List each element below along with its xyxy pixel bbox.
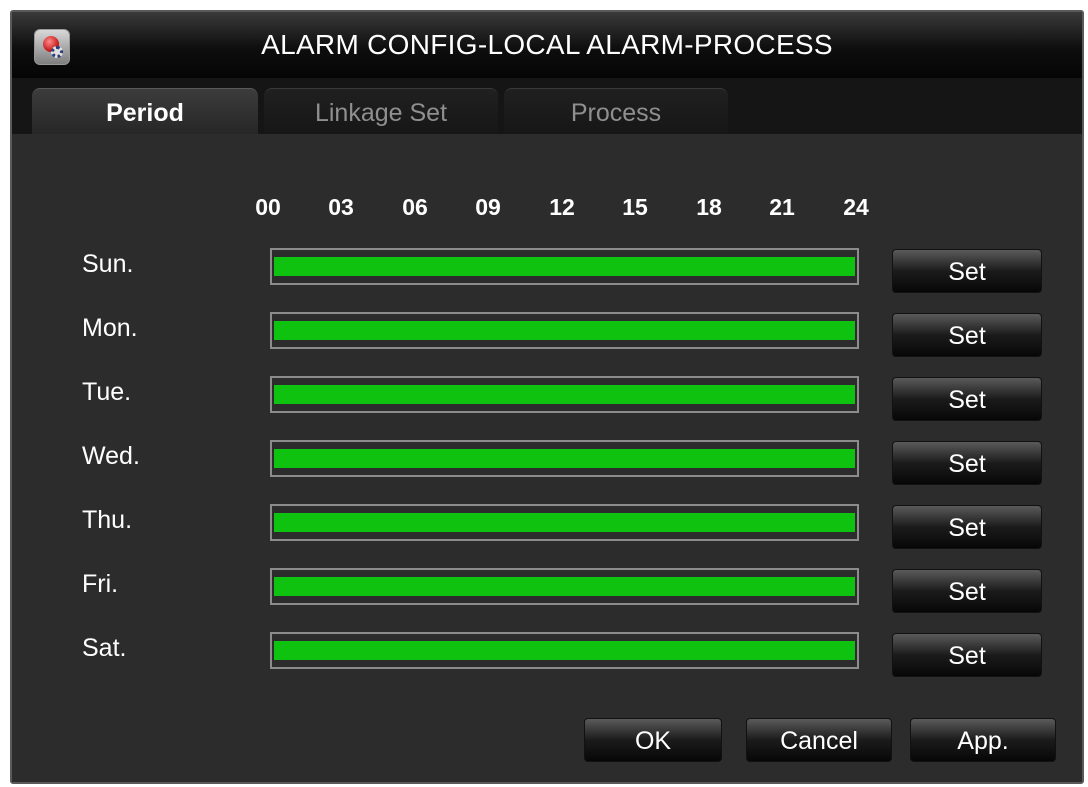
schedule-bar-sun[interactable] [270, 248, 859, 285]
schedule-fill [274, 257, 855, 276]
day-label-sun: Sun. [82, 250, 134, 278]
schedule-bar-thu[interactable] [270, 504, 859, 541]
tab-process[interactable]: Process [504, 88, 728, 135]
day-label-tue: Tue. [82, 378, 132, 406]
ok-button[interactable]: OK [584, 718, 722, 762]
schedule-fill [274, 449, 855, 468]
schedule-fill [274, 641, 855, 660]
set-button-mon[interactable]: Set [892, 313, 1042, 357]
tab-linkage-set[interactable]: Linkage Set [264, 88, 498, 135]
time-tick: 24 [843, 194, 869, 220]
day-label-thu: Thu. [82, 506, 133, 534]
time-tick: 09 [475, 194, 501, 220]
alarm-config-window: ALARM CONFIG-LOCAL ALARM-PROCESS Period … [10, 10, 1084, 784]
set-button-wed[interactable]: Set [892, 441, 1042, 485]
schedule-fill [274, 577, 855, 596]
day-label-sat: Sat. [82, 634, 127, 662]
apply-button[interactable]: App. [910, 718, 1056, 762]
set-button-sun[interactable]: Set [892, 249, 1042, 293]
tab-bar: Period Linkage Set Process [12, 78, 1082, 135]
time-tick: 06 [402, 194, 428, 220]
tab-period[interactable]: Period [32, 88, 258, 135]
time-tick: 21 [769, 194, 795, 220]
schedule-fill [274, 321, 855, 340]
cancel-button[interactable]: Cancel [746, 718, 892, 762]
schedule-fill [274, 513, 855, 532]
day-label-fri: Fri. [82, 570, 119, 598]
title-bar: ALARM CONFIG-LOCAL ALARM-PROCESS [12, 12, 1082, 79]
time-tick: 18 [696, 194, 722, 220]
set-button-thu[interactable]: Set [892, 505, 1042, 549]
set-button-fri[interactable]: Set [892, 569, 1042, 613]
time-tick: 12 [549, 194, 575, 220]
schedule-bar-wed[interactable] [270, 440, 859, 477]
time-tick: 00 [255, 194, 281, 220]
schedule-bar-fri[interactable] [270, 568, 859, 605]
set-button-sat[interactable]: Set [892, 633, 1042, 677]
set-button-tue[interactable]: Set [892, 377, 1042, 421]
schedule-bar-sat[interactable] [270, 632, 859, 669]
time-tick: 15 [622, 194, 648, 220]
schedule-bar-mon[interactable] [270, 312, 859, 349]
window-title: ALARM CONFIG-LOCAL ALARM-PROCESS [261, 29, 833, 60]
period-panel: 00 03 06 09 12 15 18 21 24 Sun. Set Mon.… [12, 134, 1082, 782]
day-label-mon: Mon. [82, 314, 138, 342]
schedule-bar-tue[interactable] [270, 376, 859, 413]
schedule-fill [274, 385, 855, 404]
time-tick: 03 [328, 194, 354, 220]
day-label-wed: Wed. [82, 442, 140, 470]
